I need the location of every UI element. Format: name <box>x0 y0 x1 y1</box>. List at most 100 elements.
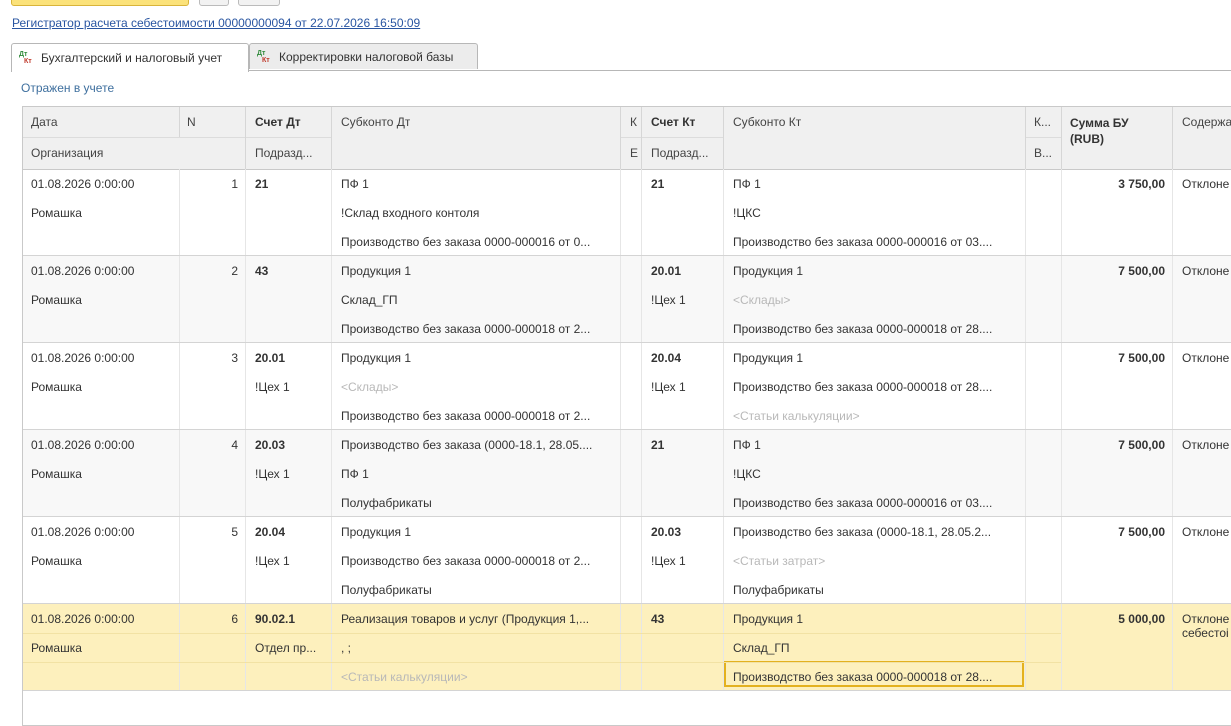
table-row[interactable]: 01.08.2026 0:00:00 Ромашка 5 20.04 !Цех 1 Про… <box>23 517 1231 604</box>
column-acc-dt[interactable]: Счет Дт <box>255 115 301 129</box>
cell-n: 1 <box>231 177 238 191</box>
cell-acc-kt: 20.04 <box>651 351 682 365</box>
cell-n: 6 <box>231 612 238 626</box>
cell-dept-kt <box>651 466 717 482</box>
cell-org: Ромашка <box>31 293 82 307</box>
cell-sub-dt-1: Продукция 1 <box>341 264 412 278</box>
cell-acc-dt: 20.01 <box>255 351 286 365</box>
table-row[interactable]: 01.08.2026 0:00:00 Ромашка 2 43 Продукция 1 С… <box>23 256 1231 343</box>
cell-sub-dt-3: Производство без заказа 0000-000016 от 0… <box>341 235 591 249</box>
cell-sub-dt-1: Производство без заказа (0000-18.1, 28.0… <box>341 438 593 452</box>
cell-sub-kt-2: !ЦКС <box>733 467 761 481</box>
cell-sub-kt-3: Полуфабрикаты <box>733 583 824 597</box>
table-row[interactable]: 01.08.2026 0:00:00 Ромашка 4 20.03 !Цех 1 Про… <box>23 430 1231 517</box>
table-row[interactable]: 01.08.2026 0:00:00 Ромашка 6 90.02.1 Отдел п… <box>23 604 1231 691</box>
cell-sub-kt-3: <Статьи калькуляции> <box>733 409 860 423</box>
cell-sum: 7 500,00 <box>1118 351 1165 365</box>
cell-content-2 <box>1182 451 1231 467</box>
cell-sub-dt-2: !Склад входного контоля <box>341 206 480 220</box>
cell-sub-kt-1: Продукция 1 <box>733 612 804 626</box>
column-dept-kt[interactable]: Подразд... <box>651 146 723 160</box>
toolbar-button[interactable] <box>199 0 229 6</box>
cell-sub-kt-1: ПФ 1 <box>733 177 761 191</box>
cell-sub-kt-1: ПФ 1 <box>733 438 761 452</box>
tab-label: Бухгалтерский и налоговый учет <box>41 51 223 65</box>
cell-dept-dt: !Цех 1 <box>255 554 290 568</box>
cell-content-2 <box>1182 190 1231 206</box>
cell-date: 01.08.2026 0:00:00 <box>31 177 135 191</box>
cell-sum: 7 500,00 <box>1118 264 1165 278</box>
cell-sub-dt-2: Производство без заказа 0000-000018 от 2… <box>341 554 591 568</box>
tab-accounting[interactable]: Дт Кт Бухгалтерский и налоговый учет <box>11 43 249 72</box>
cell-n: 5 <box>231 525 238 539</box>
column-sub-kt[interactable]: Субконто Кт <box>733 115 801 129</box>
cell-sub-kt-2: Склад_ГП <box>733 641 790 655</box>
cell-sub-dt-3: <Статьи калькуляции> <box>341 670 468 684</box>
column-content[interactable]: Содержа <box>1182 115 1231 129</box>
cell-sum: 3 750,00 <box>1118 177 1165 191</box>
cell-dept-kt: !Цех 1 <box>651 380 686 394</box>
cell-sub-dt-2: , ; <box>341 641 352 655</box>
cell-org: Ромашка <box>31 554 82 568</box>
cell-acc-kt: 21 <box>651 438 665 452</box>
cell-acc-kt: 21 <box>651 177 665 191</box>
cell-acc-dt: 90.02.1 <box>255 612 296 626</box>
cell-sub-dt-3: Производство без заказа 0000-000018 от 2… <box>341 409 591 423</box>
column-k1b[interactable]: Е <box>630 146 638 160</box>
cell-org: Ромашка <box>31 380 82 394</box>
cell-dept-dt: Отдел пр... <box>255 641 317 655</box>
column-k2b[interactable]: В... <box>1034 146 1056 160</box>
column-k1[interactable]: К <box>630 115 638 129</box>
column-acc-kt[interactable]: Счет Кт <box>651 115 695 129</box>
cell-n: 3 <box>231 351 238 365</box>
cell-sub-kt-2: <Склады> <box>733 293 791 307</box>
cell-sub-dt-2: <Склады> <box>341 380 399 394</box>
column-dept-dt[interactable]: Подразд... <box>255 146 325 160</box>
cell-sub-dt-1: Реализация товаров и услуг (Продукция 1,… <box>341 612 590 626</box>
tab-label: Корректировки налоговой базы <box>279 49 454 64</box>
cell-acc-kt: 20.03 <box>651 525 682 539</box>
cell-date: 01.08.2026 0:00:00 <box>31 612 135 626</box>
table-row[interactable]: 01.08.2026 0:00:00 Ромашка 3 20.01 !Цех 1 Про… <box>23 343 1231 430</box>
column-sum[interactable]: Сумма БУ (RUB) <box>1070 115 1160 147</box>
primary-button[interactable] <box>11 0 189 6</box>
cell-sub-kt-3: Производство без заказа 0000-000016 от 0… <box>733 496 993 510</box>
cell-sub-kt-3: Производство без заказа 0000-000018 от 2… <box>733 670 993 684</box>
cell-sub-kt-1: Продукция 1 <box>733 351 804 365</box>
cell-n: 4 <box>231 438 238 452</box>
toolbar-button[interactable] <box>238 0 280 6</box>
column-n[interactable]: N <box>187 115 196 129</box>
cell-date: 01.08.2026 0:00:00 <box>31 438 135 452</box>
cell-org: Ромашка <box>31 467 82 481</box>
cell-content-2 <box>1182 538 1231 554</box>
cell-dept-kt: !Цех 1 <box>651 293 686 307</box>
cell-dept-dt: !Цех 1 <box>255 380 290 394</box>
cell-dept-kt <box>651 640 717 656</box>
postings-table[interactable]: Дата Организация N Счет Дт Подразд... Су… <box>22 106 1231 726</box>
cell-sub-kt-2: <Статьи затрат> <box>733 554 826 568</box>
tab-tax-corrections[interactable]: Дт Кт Корректировки налоговой базы <box>249 43 478 69</box>
cell-sub-dt-2: ПФ 1 <box>341 467 369 481</box>
cell-sub-kt-1: Продукция 1 <box>733 264 804 278</box>
cell-date: 01.08.2026 0:00:00 <box>31 351 135 365</box>
cell-sub-dt-1: Продукция 1 <box>341 351 412 365</box>
cell-org: Ромашка <box>31 206 82 220</box>
register-link[interactable]: Регистратор расчета себестоимости 000000… <box>12 16 420 30</box>
cell-content-2: себестоі <box>1182 626 1229 640</box>
cell-date: 01.08.2026 0:00:00 <box>31 264 135 278</box>
cell-acc-dt: 43 <box>255 264 269 278</box>
column-date[interactable]: Дата <box>31 115 58 129</box>
table-header: Дата Организация N Счет Дт Подразд... Су… <box>23 107 1231 170</box>
column-k2[interactable]: К... <box>1034 115 1056 129</box>
cell-date: 01.08.2026 0:00:00 <box>31 525 135 539</box>
cell-org: Ромашка <box>31 641 82 655</box>
cell-sum: 7 500,00 <box>1118 525 1165 539</box>
column-sub-dt[interactable]: Субконто Дт <box>341 115 410 129</box>
dt-kt-icon: Дт Кт <box>257 49 270 64</box>
tab-bar: Дт Кт Бухгалтерский и налоговый учет Дт Кт… <box>11 43 1231 72</box>
cell-sub-kt-2: !ЦКС <box>733 206 761 220</box>
cell-sub-dt-1: Продукция 1 <box>341 525 412 539</box>
table-row[interactable]: 01.08.2026 0:00:00 Ромашка 1 21 ПФ 1 !Склад в… <box>23 169 1231 256</box>
column-org[interactable]: Организация <box>31 146 103 160</box>
cell-dept-kt <box>651 205 717 221</box>
